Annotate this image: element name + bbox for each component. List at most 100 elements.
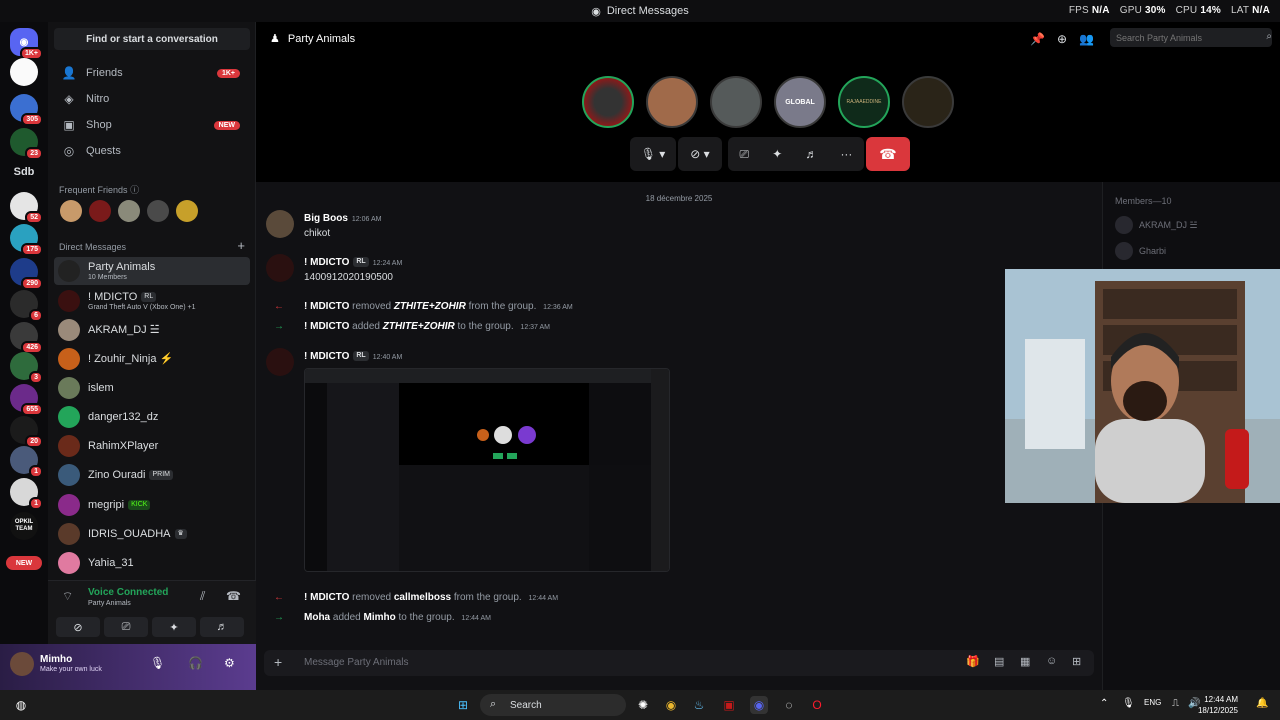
camera-toggle-button[interactable]: ⊘ ▾ (678, 137, 722, 171)
member-item[interactable]: AKRAM_DJ ☱ (1115, 216, 1198, 234)
clock[interactable]: 12:44 AM 18/12/2025 (1198, 694, 1238, 716)
dm-item[interactable]: AKRAM_DJ ☱ (54, 316, 250, 344)
nav-friends[interactable]: 👤 Friends 1K+ (54, 60, 250, 86)
server-icon[interactable]: 20 (10, 416, 43, 448)
disconnect-call-button[interactable]: ☎ (866, 137, 910, 171)
server-icon[interactable]: 305 (10, 94, 43, 126)
mute-button[interactable]: 🎙 ▾ (630, 137, 676, 171)
server-icon[interactable] (10, 58, 38, 86)
message-input[interactable]: Message Party Animals (304, 657, 409, 668)
participant-avatar[interactable] (646, 76, 698, 128)
search-icon: ⌕ (490, 698, 497, 710)
headphones-icon[interactable]: 🎧 (188, 656, 203, 670)
nav-shop[interactable]: ▣ Shop NEW (54, 112, 250, 138)
language-indicator[interactable]: ENG (1144, 698, 1161, 707)
dm-item[interactable]: Party Animals 10 Members (54, 257, 250, 285)
search-input[interactable] (1110, 28, 1272, 47)
server-icon[interactable]: 23 (10, 128, 43, 160)
message-composer[interactable]: + Message Party Animals 🎁 ▤ ▦ ☺ ⊞ (264, 650, 1094, 676)
participant-avatar[interactable] (582, 76, 634, 128)
steam-icon[interactable]: ♨ (690, 696, 708, 714)
members-icon[interactable]: 👥 (1079, 32, 1094, 46)
chrome-icon[interactable]: ◉ (662, 696, 680, 714)
group-icon: ♟ (270, 33, 280, 45)
dm-item[interactable]: IDRIS_OUADHA ♛ (54, 520, 250, 548)
dm-item[interactable]: danger132_dz (54, 403, 250, 431)
discord-icon[interactable]: ◉ (750, 696, 768, 714)
activities-button[interactable]: ✦ (152, 617, 196, 637)
nav-nitro[interactable]: ◈ Nitro (54, 86, 250, 112)
home-button[interactable]: ◉ 1K+ (10, 28, 43, 60)
avatar[interactable] (10, 652, 34, 676)
dm-item[interactable]: megripi KICK (54, 491, 250, 519)
avatar[interactable] (266, 254, 294, 282)
frequent-friend-avatar[interactable] (60, 200, 82, 222)
server-icon[interactable]: 426 (10, 322, 43, 354)
activities-icon[interactable]: ✦ (772, 147, 782, 161)
add-friend-icon[interactable]: ⊕ (1057, 32, 1067, 46)
server-icon[interactable]: 290 (10, 258, 43, 290)
participant-avatar[interactable] (710, 76, 762, 128)
server-icon[interactable]: 6 (10, 290, 43, 322)
server-icon[interactable]: 52 (10, 192, 43, 224)
image-attachment[interactable] (304, 368, 670, 572)
opera-icon[interactable]: O (808, 696, 826, 714)
dm-item[interactable]: ! Zouhir_Ninja ⚡ (54, 345, 250, 373)
notification-icon[interactable]: 🔔 (1256, 698, 1268, 709)
avatar[interactable] (266, 210, 294, 238)
frequent-friend-avatar[interactable] (176, 200, 198, 222)
mic-icon[interactable]: 🎙 (150, 656, 165, 670)
more-icon[interactable]: ··· (840, 147, 852, 161)
create-dm-icon[interactable]: + (237, 238, 245, 253)
emoji-icon[interactable]: ☺ (1046, 655, 1057, 667)
server-icon[interactable]: 3 (10, 352, 43, 384)
gift-icon[interactable]: 🎁 (966, 655, 980, 668)
screen-share-button[interactable]: ⎚ (104, 617, 148, 637)
avatar[interactable] (266, 348, 294, 376)
noise-suppression-icon[interactable]: ⫽ (200, 589, 205, 604)
screen-share-icon[interactable]: ⎚ (740, 147, 750, 162)
sticker-icon[interactable]: ▦ (1020, 655, 1030, 668)
start-icon[interactable]: ⊞ (454, 696, 472, 714)
add-attachment-icon[interactable]: + (274, 654, 282, 670)
network-icon[interactable]: ⎍ (1172, 698, 1179, 709)
dm-item[interactable]: Yahia_31 (54, 549, 250, 577)
server-opkil-team[interactable]: OPKIL TEAM (10, 512, 38, 540)
chatgpt-icon[interactable]: ✺ (634, 696, 652, 714)
voice-call-area: ♟ Party Animals 📌 ⊕ 👥 ⌕ GLOBAL RAJAAEDDI… (256, 22, 1280, 182)
taskbar-search[interactable]: ⌕ Search (480, 694, 626, 716)
dm-item[interactable]: Zino Ouradi PRIM (54, 461, 250, 489)
participant-avatar[interactable]: GLOBAL (774, 76, 826, 128)
server-icon[interactable]: 655 (10, 384, 43, 416)
server-icon[interactable]: 1 (10, 446, 43, 478)
mic-icon[interactable]: 🎙 (1122, 698, 1135, 709)
frequent-friend-avatar[interactable] (89, 200, 111, 222)
user-panel: Mimho Make your own luck 🎙 🎧 ⚙ (0, 644, 256, 690)
member-item[interactable]: Gharbi (1115, 242, 1166, 260)
soundboard-icon[interactable]: ♬ (805, 147, 817, 161)
mic-icon: 🎙 ▾ (640, 147, 666, 161)
soundboard-button[interactable]: ♬ (200, 617, 244, 637)
dm-item[interactable]: ! MDICTO RL Grand Theft Auto V (Xbox One) … (54, 287, 250, 315)
settings-gear-icon[interactable]: ⚙ (224, 656, 235, 670)
gif-icon[interactable]: ▤ (994, 655, 1004, 668)
disconnect-icon[interactable]: ☎ (226, 589, 241, 603)
app-icon[interactable]: ◌ (780, 696, 798, 714)
apps-icon[interactable]: ⊞ (1072, 655, 1081, 668)
frequent-friend-avatar[interactable] (147, 200, 169, 222)
find-conversation-button[interactable]: Find or start a conversation (54, 28, 250, 50)
widgets-icon[interactable]: ◍ (12, 696, 30, 714)
chevron-up-icon[interactable]: ⌃ (1100, 698, 1108, 709)
server-icon[interactable]: 175 (10, 224, 43, 256)
dm-item[interactable]: islem (54, 374, 250, 402)
dm-item[interactable]: RahimXPlayer (54, 432, 250, 460)
frequent-friend-avatar[interactable] (118, 200, 140, 222)
camera-button[interactable]: ⊘ (56, 617, 100, 637)
app-icon[interactable]: ▣ (720, 696, 738, 714)
pin-icon[interactable]: 📌 (1030, 32, 1045, 46)
nav-quests[interactable]: ◎ Quests (54, 138, 250, 164)
server-sdb[interactable]: Sdb (10, 158, 38, 186)
participant-avatar[interactable]: RAJAAEDDINE (838, 76, 890, 128)
participant-avatar[interactable] (902, 76, 954, 128)
server-icon[interactable]: 1 (10, 478, 43, 510)
